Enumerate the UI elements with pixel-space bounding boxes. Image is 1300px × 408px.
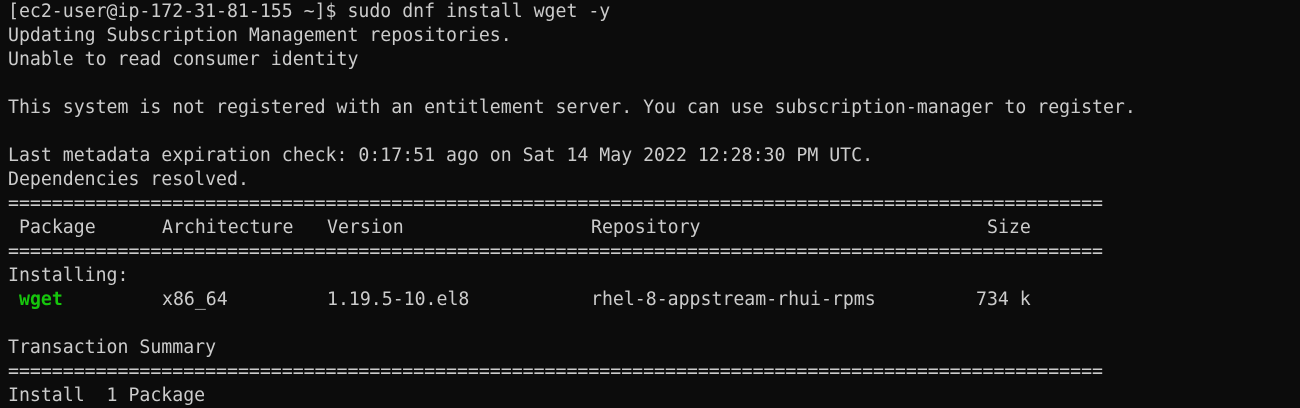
separator-line: ========================================…	[8, 193, 1103, 214]
table-header-row: Package Architecture Version Repository …	[8, 216, 1300, 240]
header-architecture: Architecture	[162, 217, 294, 238]
output-transaction-summary: Transaction Summary	[8, 337, 217, 358]
row-version: 1.19.5-10.el8	[327, 289, 470, 310]
terminal-window[interactable]: [ec2-user@ip-172-31-81-155 ~]$ sudo dnf …	[0, 0, 1300, 408]
output-installing: Installing:	[8, 265, 129, 286]
shell-prompt: [ec2-user@ip-172-31-81-155 ~]$	[8, 1, 348, 22]
output-metadata: Last metadata expiration check: 0:17:51 …	[8, 145, 874, 166]
separator-line: ========================================…	[8, 361, 1103, 382]
row-repository: rhel-8-appstream-rhui-rpms	[591, 289, 876, 310]
header-package: Package	[19, 217, 96, 238]
command-line: [ec2-user@ip-172-31-81-155 ~]$ sudo dnf …	[8, 0, 1300, 24]
row-package: wget	[19, 289, 63, 310]
table-row: wget x86_64 1.19.5-10.el8 rhel-8-appstre…	[8, 288, 1300, 312]
separator-line: ========================================…	[8, 241, 1103, 262]
output-not-registered: This system is not registered with an en…	[8, 97, 1136, 118]
output-dependencies: Dependencies resolved.	[8, 169, 249, 190]
output-updating: Updating Subscription Management reposit…	[8, 25, 512, 46]
header-repository: Repository	[591, 217, 701, 238]
header-size: Size	[987, 217, 1031, 238]
row-size: 734 k	[976, 289, 1031, 310]
header-version: Version	[327, 217, 404, 238]
output-install-count: Install 1 Package	[8, 385, 206, 406]
output-unable: Unable to read consumer identity	[8, 49, 359, 70]
row-architecture: x86_64	[162, 289, 228, 310]
command-text: sudo dnf install wget -y	[347, 1, 611, 22]
